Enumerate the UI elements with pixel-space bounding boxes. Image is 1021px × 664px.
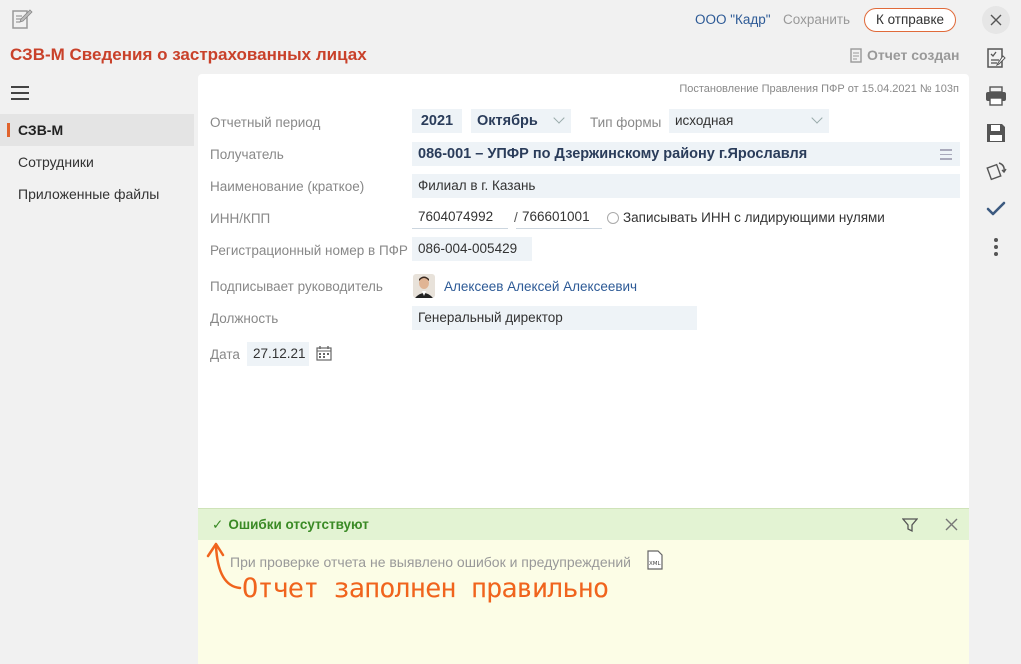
nav-item-attached-files[interactable]: Приложенные файлы — [0, 178, 194, 210]
print-icon — [986, 86, 1006, 106]
close-icon — [990, 14, 1002, 26]
report-status: Отчет создан — [850, 47, 959, 63]
leading-zeros-checkbox[interactable] — [607, 212, 619, 224]
save-icon — [987, 124, 1005, 142]
validation-message: При проверке отчета не выявлено ошибок и… — [230, 554, 631, 570]
close-icon[interactable] — [945, 518, 958, 531]
short-name-field[interactable]: Филиал в г. Казань — [412, 174, 960, 198]
date-label: Дата — [210, 347, 240, 362]
inn-kpp-label: ИНН/КПП — [210, 211, 271, 226]
filter-icon[interactable] — [902, 517, 918, 533]
print-button[interactable] — [982, 82, 1010, 110]
signer-label: Подписывает руководитель — [210, 279, 383, 294]
more-button[interactable] — [982, 233, 1010, 261]
menu-icon[interactable] — [11, 86, 29, 100]
form-type-select[interactable]: исходная — [669, 109, 829, 133]
validation-panel: ✓ Ошибки отсутствуют При проверке отчета… — [198, 508, 969, 664]
kpp-field[interactable]: 766601001 — [516, 205, 602, 229]
sync-button[interactable] — [982, 157, 1010, 185]
recipient-label: Получатель — [210, 147, 284, 162]
edit-document-icon — [12, 9, 33, 29]
period-label: Отчетный период — [210, 115, 321, 130]
nav-item-employees[interactable]: Сотрудники — [0, 146, 194, 178]
position-field[interactable]: Генеральный директор — [412, 306, 697, 330]
recipient-field[interactable]: 086-001 – УПФР по Дзержинскому району г.… — [412, 142, 960, 166]
date-field[interactable]: 27.12.21 — [247, 342, 309, 366]
close-button[interactable] — [982, 6, 1010, 34]
page-title: СЗВ-М Сведения о застрахованных лицах — [10, 45, 367, 64]
reg-number-label: Регистрационный номер в ПФР — [210, 243, 408, 258]
save-link[interactable]: Сохранить — [783, 12, 850, 27]
validation-header: ✓ Ошибки отсутствуют — [198, 509, 969, 540]
document-icon — [850, 47, 862, 63]
recipient-value: 086-001 – УПФР по Дзержинскому району г.… — [418, 146, 808, 162]
xml-label: XML — [649, 561, 662, 567]
checklist-button[interactable] — [982, 44, 1010, 72]
signer-link[interactable]: Алексеев Алексей Алексеевич — [444, 279, 637, 294]
list-icon[interactable] — [940, 149, 952, 163]
validation-status: Ошибки отсутствуют — [228, 517, 369, 532]
chevron-down-icon — [811, 112, 823, 124]
position-label: Должность — [210, 311, 279, 326]
calendar-icon[interactable] — [316, 345, 332, 361]
sync-icon — [986, 162, 1007, 181]
chevron-down-icon — [553, 112, 565, 124]
reg-number-field[interactable]: 086-004-005429 — [412, 237, 532, 261]
period-month-select[interactable]: Октябрь — [471, 109, 571, 133]
checklist-icon — [987, 48, 1006, 68]
more-icon — [994, 238, 998, 256]
inn-field[interactable]: 7604074992 — [412, 205, 508, 229]
report-status-label: Отчет создан — [867, 47, 960, 63]
sidebar-nav: СЗВ-М Сотрудники Приложенные файлы — [0, 114, 194, 210]
period-year-field[interactable]: 2021 — [412, 109, 462, 133]
form-type-label: Тип формы — [590, 115, 662, 130]
arrow-annotation-icon — [206, 542, 242, 590]
check-button[interactable] — [982, 195, 1010, 223]
nav-item-szv-m[interactable]: СЗВ-М — [0, 114, 194, 146]
save-button[interactable] — [982, 119, 1010, 147]
annotation-text: Отчет заполнен правильно — [242, 573, 609, 604]
send-button[interactable]: К отправке — [864, 8, 956, 32]
avatar — [413, 274, 435, 298]
short-name-label: Наименование (краткое) — [210, 179, 365, 194]
checkmark-icon — [986, 201, 1006, 216]
xml-file-icon[interactable]: XML — [646, 550, 664, 570]
decree-text: Постановление Правления ПФР от 15.04.202… — [679, 83, 959, 95]
leading-zeros-label: Записывать ИНН с лидирующими нулями — [623, 210, 885, 225]
form-type-value: исходная — [675, 113, 734, 128]
checkmark-icon: ✓ — [212, 516, 224, 532]
organization-link[interactable]: ООО "Кадр" — [695, 12, 771, 27]
period-month-value: Октябрь — [477, 113, 538, 129]
